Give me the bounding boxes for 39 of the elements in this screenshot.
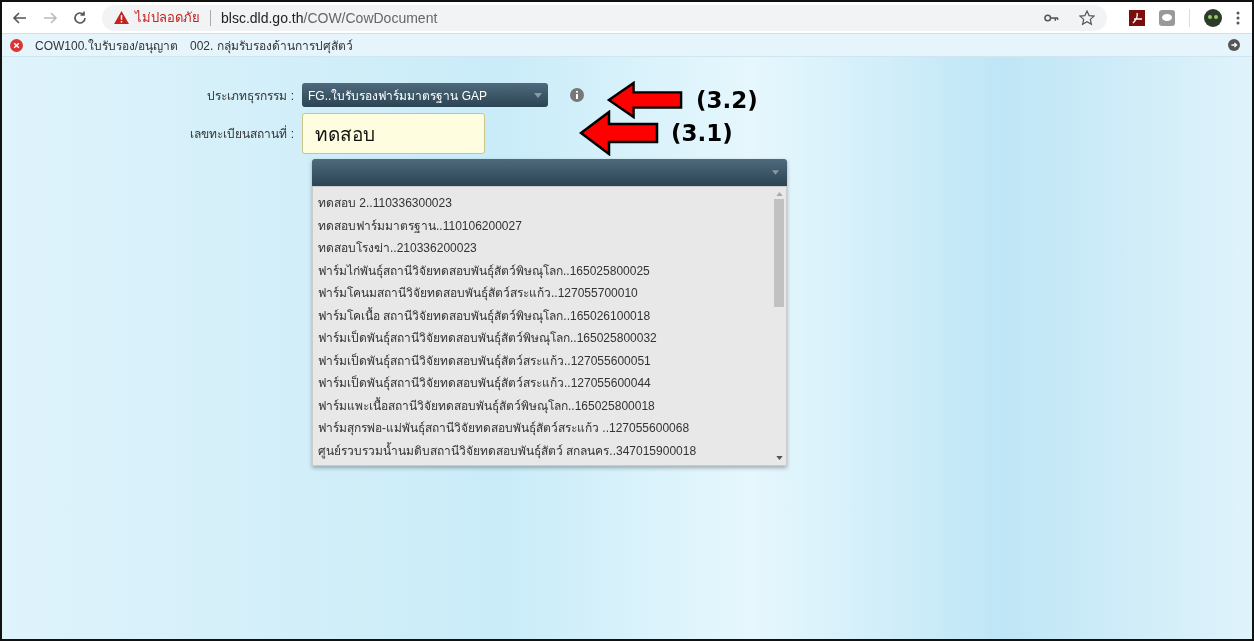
security-label: ไม่ปลอดภัย <box>135 9 200 27</box>
dropdown-option[interactable]: ฟาร์มแพะเนื้อสถานีวิจัยทดสอบพันธุ์สัตว์พิษณุโลก..165025800018 <box>318 394 772 417</box>
arrow-right-icon[interactable] <box>1228 39 1240 51</box>
dropdown-option[interactable]: ทดสอบ 2..110336300023 <box>318 192 772 215</box>
url-text: blsc.dld.go.th/COW/CowDocument <box>221 9 438 26</box>
dropdown-option[interactable]: ศูนย์รวบรวมน้ำนมดิบสถานีวิจัยทดสอบพันธุ์สัตว์ สกลนคร..347015900018 <box>318 439 772 462</box>
address-bar[interactable]: ไม่ปลอดภัย blsc.dld.go.th/COW/CowDocument <box>102 4 1107 31</box>
back-icon[interactable] <box>12 9 28 26</box>
dropdown-option[interactable]: ฟาร์มโคนมสถานีวิจัยทดสอบพันธุ์สัตว์สระแก้ว..127055700010 <box>318 282 772 305</box>
annotation-label: (3.2) <box>696 87 758 113</box>
breadcrumb-item[interactable]: COW100.ใบรับรอง/อนุญาต <box>35 35 178 55</box>
annotation-label: (3.1) <box>671 120 733 146</box>
caret-icon <box>772 170 779 175</box>
business-type-select[interactable]: FG..ใบรับรองฟาร์มมาตรฐาน GAP <box>302 83 548 107</box>
dropdown-option[interactable]: ฟาร์มเป็ดพันธุ์สถานีวิจัยทดสอบพันธุ์สัตว์สระแก้ว..127055600044 <box>318 372 772 395</box>
dropdown-option[interactable]: ฟาร์มสุกรพ่อ-แม่พันธุ์สถานีวิจัยทดสอบพันธุ์สัตว์สระแก้ว ..127055600068 <box>318 417 772 440</box>
field-label: เลขทะเบียนสถานที่ : <box>189 124 295 143</box>
menu-icon[interactable] <box>1236 9 1240 26</box>
dropdown-option[interactable]: ฟาร์มไก่พันธุ์สถานีวิจัยทดสอบพันธุ์สัตว์พิษณุโลก..165025800025 <box>318 259 772 282</box>
scroll-down-icon[interactable] <box>775 456 783 460</box>
reload-icon[interactable] <box>72 9 88 26</box>
info-icon[interactable] <box>570 88 584 102</box>
warning-icon <box>114 11 129 24</box>
pdf-extension-icon[interactable] <box>1129 9 1145 26</box>
close-icon[interactable] <box>10 38 23 52</box>
star-icon[interactable] <box>1079 9 1095 26</box>
caret-icon <box>534 92 542 98</box>
avatar-icon[interactable] <box>1204 8 1222 27</box>
breadcrumb-item[interactable]: 002. กลุ่มรับรองด้านการปศุสัตว์ <box>190 35 353 55</box>
dropdown-option[interactable]: ฟาร์มเป็ดพันธุ์สถานีวิจัยทดสอบพันธุ์สัตว์สระแก้ว..127055600051 <box>318 349 772 372</box>
chat-extension-icon[interactable] <box>1159 9 1175 26</box>
dropdown-option[interactable]: ฟาร์มเป็ดพันธุ์สถานีวิจัยทดสอบพันธุ์สัตว์พิษณุโลก..165025800032 <box>318 327 772 350</box>
dropdown-option[interactable]: ฟาร์มโคเนื้อ สถานีวิจัยทดสอบพันธุ์สัตว์พิษณุโลก..165026100018 <box>318 304 772 327</box>
key-icon[interactable] <box>1044 13 1059 22</box>
dropdown-option[interactable]: ทดสอบโรงฆ่า..210336200023 <box>318 237 772 260</box>
scrollbar-thumb[interactable] <box>774 199 784 307</box>
dropdown-option[interactable]: ทดสอบฟาร์มมาตรฐาน..110106200027 <box>318 214 772 237</box>
registration-input[interactable]: ทดสอบ <box>302 113 485 154</box>
field-label: ประเภทธุรกรรม : <box>206 87 295 105</box>
